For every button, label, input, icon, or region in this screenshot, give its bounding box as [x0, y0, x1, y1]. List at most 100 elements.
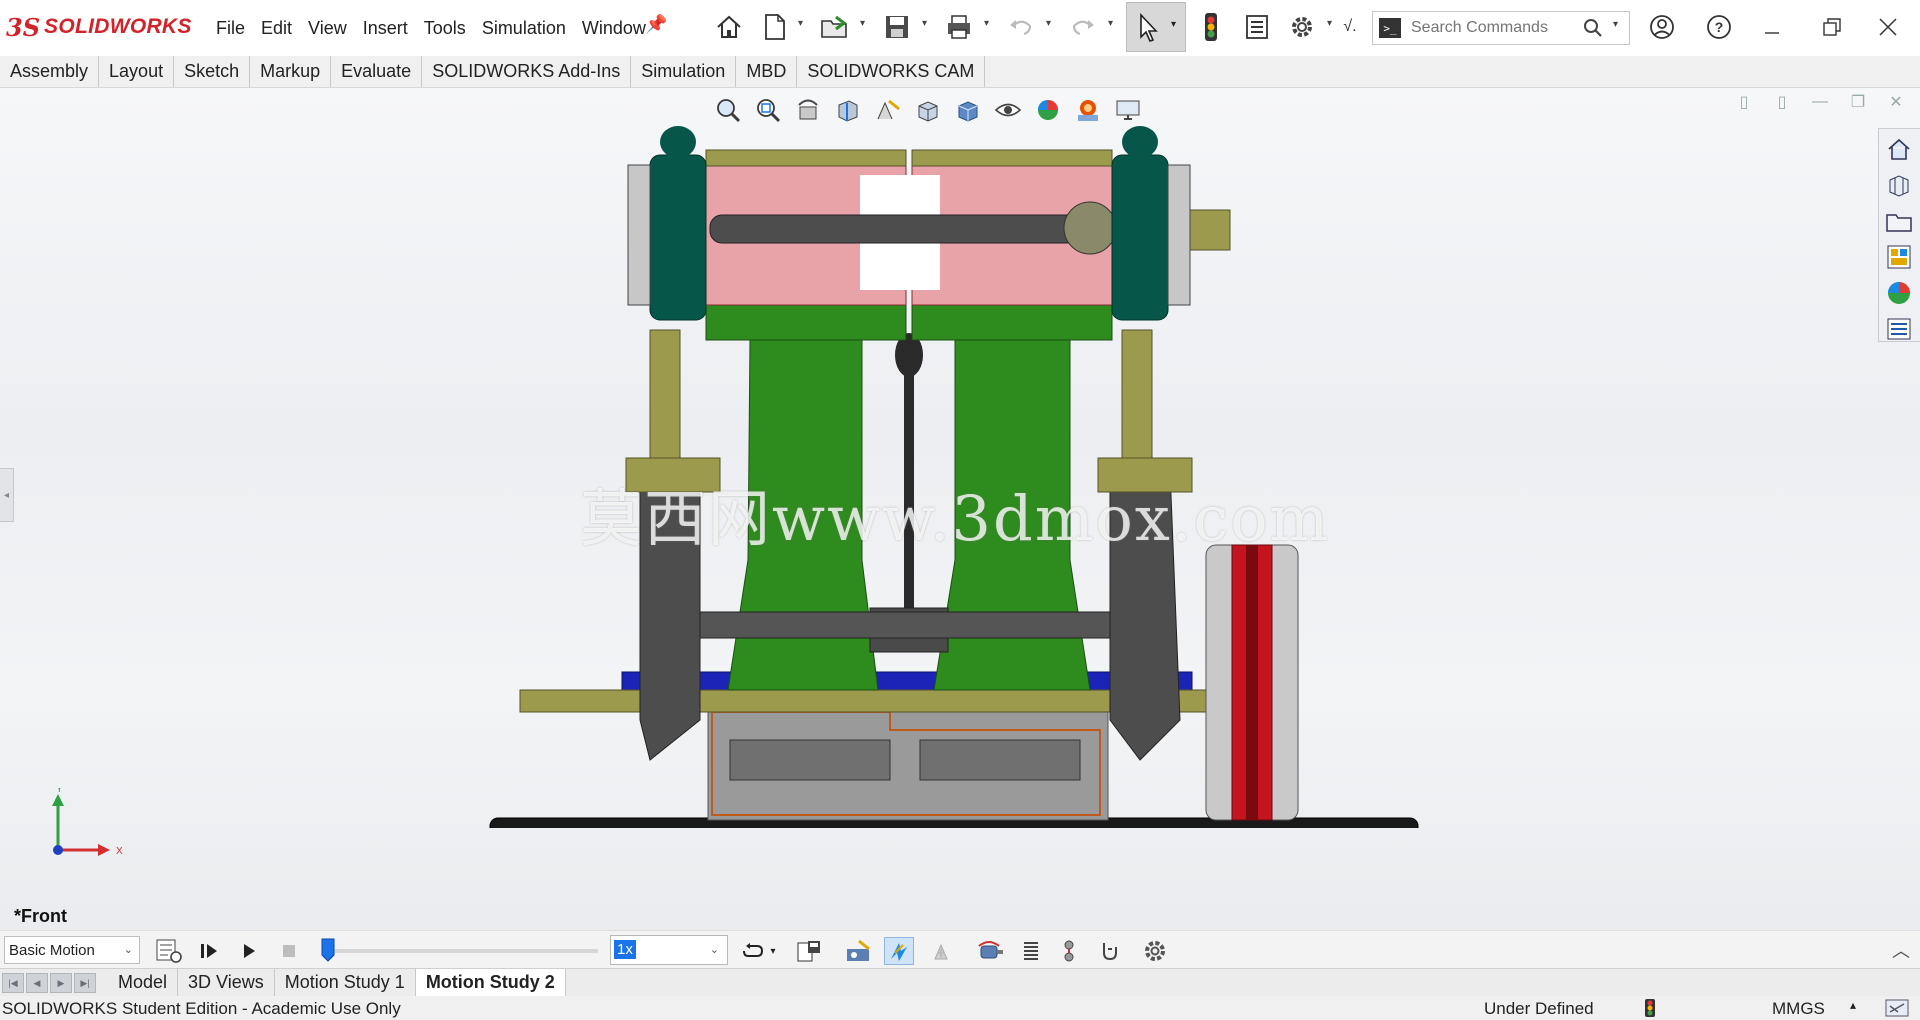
menu-insert[interactable]: Insert — [355, 16, 416, 41]
viewport-split-left-icon[interactable]: ▯ — [1730, 90, 1758, 114]
stop-icon[interactable] — [274, 937, 304, 965]
tab-3d-views[interactable]: 3D Views — [178, 969, 275, 997]
playback-timeline-track[interactable] — [322, 949, 598, 953]
study-type-value: Basic Motion — [9, 942, 95, 959]
play-icon[interactable] — [234, 937, 264, 965]
spring-icon[interactable] — [1016, 937, 1046, 965]
user-account-icon[interactable] — [1645, 10, 1679, 44]
tab-layout[interactable]: Layout — [99, 56, 175, 87]
unit-system-caret-icon[interactable]: ▴ — [1850, 998, 1856, 1012]
redo-caret-icon[interactable]: ▾ — [1108, 18, 1118, 34]
rebuild-status-light-icon[interactable] — [1644, 998, 1656, 1018]
tab-mbd[interactable]: MBD — [736, 56, 798, 87]
redo-icon[interactable] — [1066, 10, 1100, 44]
edition-status-text: SOLIDWORKS Student Edition - Academic Us… — [2, 999, 401, 1018]
calculate-icon[interactable] — [154, 937, 184, 965]
command-manager-tabs: Assembly Layout Sketch Markup Evaluate S… — [0, 56, 1920, 88]
menu-view[interactable]: View — [300, 16, 355, 41]
search-input[interactable] — [1411, 19, 1571, 37]
open-caret-icon[interactable]: ▾ — [860, 18, 870, 34]
status-bar: SOLIDWORKS Student Edition - Academic Us… — [0, 996, 1920, 1020]
study-type-select[interactable]: Basic Motion ⌄ — [4, 936, 140, 964]
options-gear-icon[interactable] — [1285, 10, 1319, 44]
tab-solidworks-cam[interactable]: SOLIDWORKS CAM — [797, 56, 986, 87]
unit-system-button[interactable]: MMGS — [1772, 999, 1825, 1019]
save-caret-icon[interactable]: ▾ — [922, 18, 932, 34]
custom-properties-icon[interactable] — [1881, 313, 1917, 345]
viewport-close-icon[interactable]: ✕ — [1882, 90, 1910, 114]
minimize-window-icon[interactable] — [1752, 10, 1792, 44]
undo-icon[interactable] — [1004, 10, 1038, 44]
save-icon[interactable] — [880, 10, 914, 44]
tab-motion-study-2[interactable]: Motion Study 2 — [415, 969, 566, 997]
viewport-restore-icon[interactable]: ❐ — [1844, 90, 1872, 114]
file-properties-icon[interactable] — [1240, 10, 1274, 44]
save-animation-icon[interactable] — [794, 937, 824, 965]
last-tab-button[interactable]: ▶| — [74, 973, 96, 993]
macro-icon[interactable]: √. — [1340, 10, 1360, 44]
collapse-motion-manager-icon[interactable]: ︿ — [1892, 937, 1910, 963]
playback-speed-select[interactable]: 1x ⌄ — [610, 935, 728, 965]
menu-tools[interactable]: Tools — [416, 16, 474, 41]
appearances-scenes-icon[interactable] — [1881, 277, 1917, 309]
print-icon[interactable] — [942, 10, 976, 44]
search-icon[interactable] — [1583, 18, 1603, 38]
play-from-start-icon[interactable] — [194, 937, 224, 965]
restore-window-icon[interactable] — [1812, 10, 1852, 44]
new-document-icon[interactable] — [758, 10, 792, 44]
view-palette-icon[interactable] — [1881, 241, 1917, 273]
graphics-area[interactable]: ▯ ▯ — ❐ ✕ ◂ 莫西网www.3dmox.com Y X *Front — [0, 88, 1920, 950]
playback-mode-caret-icon[interactable]: ▾ — [766, 937, 780, 965]
contact-icon[interactable] — [1054, 937, 1084, 965]
search-caret-icon[interactable]: ▾ — [1613, 19, 1618, 30]
tab-solidworks-add-ins[interactable]: SOLIDWORKS Add-Ins — [422, 56, 632, 87]
new-caret-icon[interactable]: ▾ — [798, 18, 808, 34]
triad-x-label: X — [116, 846, 123, 857]
next-tab-button[interactable]: ▶ — [50, 973, 72, 993]
tab-assembly[interactable]: Assembly — [0, 56, 100, 87]
search-commands-box[interactable]: >_ ▾ — [1372, 11, 1630, 45]
bottom-tabs-bar: |◀ ◀ ▶ ▶| Model 3D Views Motion Study 1 … — [0, 968, 1920, 997]
select-caret-icon[interactable]: ▾ — [1171, 19, 1176, 30]
gravity-icon[interactable] — [1094, 937, 1124, 965]
tab-simulation[interactable]: Simulation — [631, 56, 737, 87]
undo-caret-icon[interactable]: ▾ — [1046, 18, 1056, 34]
select-tool-button[interactable]: ▾ — [1126, 2, 1186, 52]
add-update-key-icon[interactable] — [926, 937, 956, 965]
feature-manager-expand-handle[interactable]: ◂ — [0, 468, 14, 522]
first-tab-button[interactable]: |◀ — [2, 973, 24, 993]
tab-motion-study-1[interactable]: Motion Study 1 — [275, 969, 416, 997]
rebuild-traffic-light-icon[interactable] — [1194, 10, 1228, 44]
menu-edit[interactable]: Edit — [253, 16, 300, 41]
menu-file[interactable]: File — [208, 16, 253, 41]
options-caret-icon[interactable]: ▾ — [1327, 18, 1337, 34]
tab-sketch[interactable]: Sketch — [174, 56, 251, 87]
close-window-icon[interactable] — [1868, 10, 1908, 44]
file-explorer-icon[interactable] — [1881, 205, 1917, 237]
autokey-icon[interactable] — [884, 937, 914, 965]
solidworks-logo[interactable]: 3S SOLIDWORKS — [6, 12, 192, 42]
menu-window[interactable]: Window — [574, 16, 654, 41]
motor-icon[interactable] — [976, 937, 1006, 965]
quick-tips-icon[interactable] — [1884, 998, 1910, 1018]
tab-evaluate[interactable]: Evaluate — [331, 56, 423, 87]
open-document-icon[interactable] — [818, 10, 852, 44]
animation-wizard-icon[interactable] — [844, 937, 874, 965]
solidworks-resources-icon[interactable] — [1881, 133, 1917, 165]
menu-simulation[interactable]: Simulation — [474, 16, 574, 41]
viewport-split-right-icon[interactable]: ▯ — [1768, 90, 1796, 114]
tab-model[interactable]: Model — [108, 969, 179, 997]
design-library-icon[interactable] — [1881, 169, 1917, 201]
help-icon[interactable]: ? — [1702, 10, 1736, 44]
previous-tab-button[interactable]: ◀ — [26, 973, 48, 993]
timeline-slider-thumb[interactable] — [320, 937, 336, 963]
playback-mode-loop-icon[interactable] — [738, 937, 768, 965]
motion-study-properties-gear-icon[interactable] — [1140, 937, 1170, 965]
watermark-text: 莫西网www.3dmox.com — [580, 482, 1331, 555]
pin-menu-icon[interactable]: 📌 — [645, 14, 667, 35]
study-type-caret-icon: ⌄ — [123, 944, 133, 956]
home-icon[interactable] — [712, 10, 746, 44]
viewport-minimize-icon[interactable]: — — [1806, 90, 1834, 114]
tab-markup[interactable]: Markup — [250, 56, 332, 87]
print-caret-icon[interactable]: ▾ — [984, 18, 994, 34]
